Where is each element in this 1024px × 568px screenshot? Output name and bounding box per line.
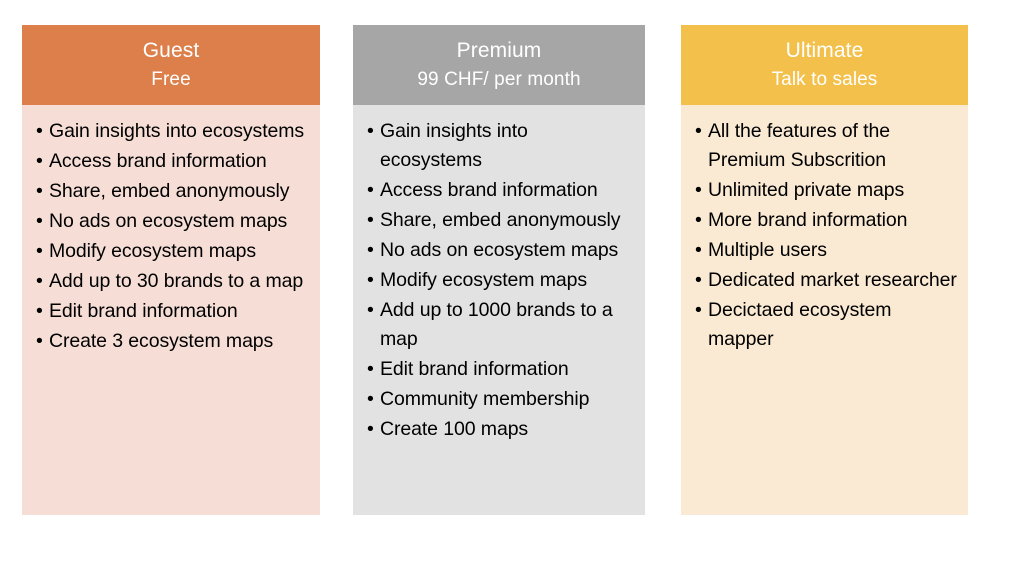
bullet-icon: • bbox=[695, 239, 702, 261]
feature-item-label: Multiple users bbox=[708, 239, 827, 261]
feature-item: • Create 3 ecosystem maps bbox=[34, 327, 310, 356]
bullet-icon: • bbox=[36, 270, 43, 292]
feature-item: • Multiple users bbox=[693, 236, 958, 265]
feature-item-label: Edit brand information bbox=[380, 358, 569, 380]
feature-item-label: Edit brand information bbox=[49, 300, 238, 322]
feature-item-label: Gain insights into ecosystems bbox=[380, 120, 528, 171]
bullet-icon: • bbox=[367, 418, 374, 440]
bullet-icon: • bbox=[36, 240, 43, 262]
feature-item-label: Add up to 1000 brands to a map bbox=[380, 299, 613, 350]
bullet-icon: • bbox=[367, 269, 374, 291]
feature-item: • More brand information bbox=[693, 206, 958, 235]
feature-item-label: Modify ecosystem maps bbox=[380, 269, 588, 291]
feature-item-label: No ads on ecosystem maps bbox=[380, 239, 619, 261]
feature-item: • Modify ecosystem maps bbox=[365, 266, 635, 295]
feature-item-label: Decictaed ecosystem mapper bbox=[708, 299, 892, 350]
feature-item-label: More brand information bbox=[708, 209, 908, 231]
feature-item: • Community membership bbox=[365, 385, 635, 414]
feature-item: • Access brand information bbox=[34, 147, 310, 176]
feature-item: • Edit brand information bbox=[34, 297, 310, 326]
feature-item: • Modify ecosystem maps bbox=[34, 237, 310, 266]
feature-item-label: All the features of the Premium Subscrit… bbox=[708, 120, 890, 171]
plan-price: Free bbox=[151, 69, 191, 91]
bullet-icon: • bbox=[695, 269, 702, 291]
plan-price: 99 CHF/ per month bbox=[417, 69, 581, 91]
feature-item-label: Dedicated market researcher bbox=[708, 269, 957, 291]
bullet-icon: • bbox=[695, 209, 702, 231]
plan-card-ultimate[interactable]: Ultimate Talk to sales • All the features… bbox=[681, 25, 968, 515]
feature-item: • Access brand information bbox=[365, 176, 635, 205]
bullet-icon: • bbox=[367, 120, 374, 142]
feature-item-label: No ads on ecosystem maps bbox=[49, 210, 288, 232]
feature-item-label: Share, embed anonymously bbox=[380, 209, 621, 231]
plan-name: Premium bbox=[456, 39, 542, 62]
bullet-icon: • bbox=[695, 120, 702, 142]
bullet-icon: • bbox=[36, 120, 43, 142]
bullet-icon: • bbox=[367, 299, 374, 321]
feature-item: • All the features of the Premium Subscri… bbox=[693, 117, 958, 175]
bullet-icon: • bbox=[367, 388, 374, 410]
feature-item: • Dedicated market researcher bbox=[693, 266, 958, 295]
feature-item-label: Share, embed anonymously bbox=[49, 180, 290, 202]
pricing-comparison-board: Guest Free • Gain insights into ecosystem… bbox=[0, 0, 1024, 568]
plan-price: Talk to sales bbox=[771, 69, 878, 91]
bullet-icon: • bbox=[367, 239, 374, 261]
bullet-icon: • bbox=[695, 179, 702, 201]
bullet-icon: • bbox=[36, 210, 43, 232]
feature-item-label: Modify ecosystem maps bbox=[49, 240, 257, 262]
feature-item-label: Create 100 maps bbox=[380, 418, 529, 440]
plan-header-guest: Guest Free bbox=[22, 25, 320, 105]
bullet-icon: • bbox=[36, 180, 43, 202]
feature-item: • Decictaed ecosystem mapper bbox=[693, 296, 958, 354]
feature-item: • No ads on ecosystem maps bbox=[34, 207, 310, 236]
bullet-icon: • bbox=[695, 299, 702, 321]
feature-item-label: Community membership bbox=[380, 388, 590, 410]
feature-item: • Edit brand information bbox=[365, 355, 635, 384]
feature-item: • Add up to 1000 brands to a map bbox=[365, 296, 635, 354]
bullet-icon: • bbox=[36, 330, 43, 352]
feature-list-guest: • Gain insights into ecosystems • Access br… bbox=[34, 117, 310, 356]
bullet-icon: • bbox=[367, 179, 374, 201]
feature-item-label: Unlimited private maps bbox=[708, 179, 905, 201]
plan-body-ultimate: • All the features of the Premium Subscri… bbox=[681, 105, 968, 515]
feature-item: • No ads on ecosystem maps bbox=[365, 236, 635, 265]
feature-item: • Gain insights into ecosystems bbox=[365, 117, 635, 175]
feature-item-label: Access brand information bbox=[380, 179, 598, 201]
plan-name: Guest bbox=[142, 39, 200, 62]
feature-item-label: Create 3 ecosystem maps bbox=[49, 330, 274, 352]
feature-list-ultimate: • All the features of the Premium Subscri… bbox=[693, 117, 958, 354]
plan-card-guest[interactable]: Guest Free • Gain insights into ecosystem… bbox=[22, 25, 320, 515]
bullet-icon: • bbox=[36, 150, 43, 172]
feature-item-label: Access brand information bbox=[49, 150, 267, 172]
plan-header-premium: Premium 99 CHF/ per month bbox=[353, 25, 645, 105]
bullet-icon: • bbox=[36, 300, 43, 322]
feature-item-label: Gain insights into ecosystems bbox=[49, 120, 305, 142]
feature-item: • Unlimited private maps bbox=[693, 176, 958, 205]
plan-header-ultimate: Ultimate Talk to sales bbox=[681, 25, 968, 105]
feature-item: • Create 100 maps bbox=[365, 415, 635, 444]
bullet-icon: • bbox=[367, 358, 374, 380]
plan-name: Ultimate bbox=[785, 39, 864, 62]
feature-item: • Gain insights into ecosystems bbox=[34, 117, 310, 146]
feature-item: • Share, embed anonymously bbox=[34, 177, 310, 206]
plan-body-guest: • Gain insights into ecosystems • Access br… bbox=[22, 105, 320, 515]
feature-item: • Add up to 30 brands to a map bbox=[34, 267, 310, 296]
plan-card-premium[interactable]: Premium 99 CHF/ per month • Gain insights… bbox=[353, 25, 645, 515]
feature-item: • Share, embed anonymously bbox=[365, 206, 635, 235]
plan-body-premium: • Gain insights into ecosystems • Access br… bbox=[353, 105, 645, 515]
feature-item-label: Add up to 30 brands to a map bbox=[49, 270, 304, 292]
bullet-icon: • bbox=[367, 209, 374, 231]
feature-list-premium: • Gain insights into ecosystems • Access br… bbox=[365, 117, 635, 444]
